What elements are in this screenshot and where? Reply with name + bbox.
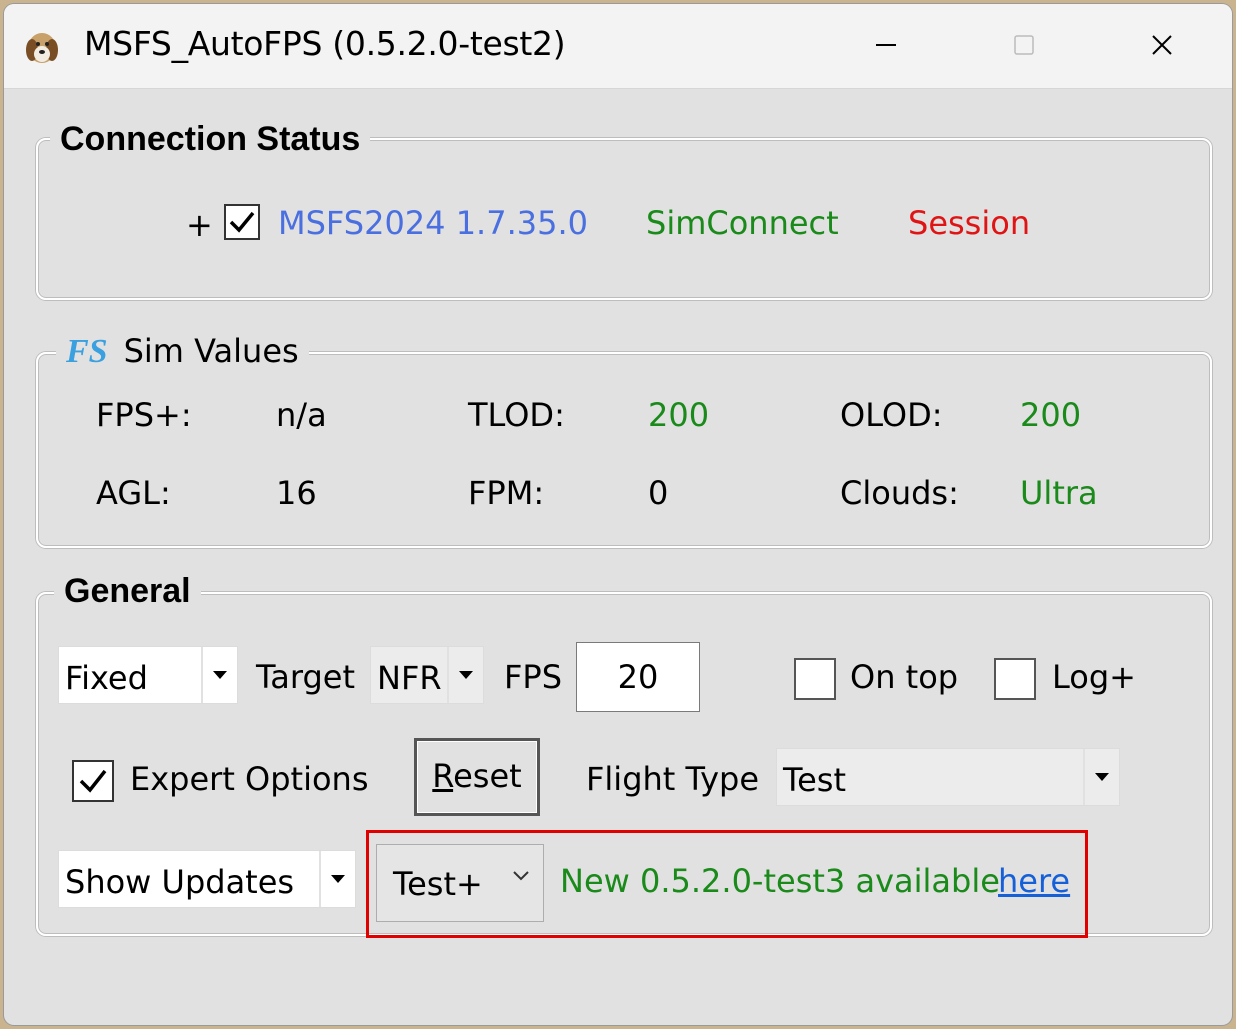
mode-select-value: Fixed [65,659,148,697]
maximize-icon [1014,35,1034,55]
sim-values-title-wrap: FS Sim Values [56,332,309,378]
fpm-value: 0 [648,474,669,512]
minimize-icon [876,44,896,46]
close-icon [1152,35,1172,55]
tlod-value: 200 [648,396,710,434]
title-bar[interactable]: MSFS_AutoFPS (0.5.2.0-test2) [4,4,1232,89]
sim-values-title: Sim Values [123,332,299,370]
log-checkbox[interactable] [994,658,1036,700]
app-window: MSFS_AutoFPS (0.5.2.0-test2) Connection … [4,4,1232,1025]
general-title: General [54,572,201,611]
expert-options-label: Expert Options [130,760,369,798]
dropdown-arrow-icon [1083,749,1119,805]
reset-button[interactable]: Reset [414,738,540,816]
dropdown-arrow-icon [447,647,483,703]
app-dog-icon [26,33,58,63]
show-updates-select-value: Show Updates [65,863,295,901]
connection-status-title: Connection Status [50,120,371,159]
expert-options-checkbox[interactable] [72,760,114,802]
dropdown-arrow-icon [319,851,355,907]
flight-type-select[interactable]: Test [776,748,1120,806]
log-label: Log+ [1052,658,1136,696]
reset-button-label: eset [453,757,522,795]
fs-logo-icon: FS [66,333,108,370]
on-top-checkbox[interactable] [794,658,836,700]
fps-value: n/a [276,396,327,434]
clouds-label: Clouds: [840,474,959,512]
checkmark-icon [229,211,255,233]
connection-prefix: + [186,206,213,244]
olod-label: OLOD: [840,396,943,434]
target-label: Target [256,658,355,696]
checkmark-icon [79,769,107,793]
sim-version-label: MSFS2024 1.7.35.0 [278,204,588,242]
show-updates-select[interactable]: Show Updates [58,850,356,908]
reset-accel-key: R [432,757,454,795]
sim-values-group [36,352,1212,548]
fps-unit-label: FPS [504,658,563,696]
sim-connected-checkbox[interactable] [224,204,260,240]
session-status: Session [908,204,1031,242]
mode-select[interactable]: Fixed [58,646,238,704]
on-top-label: On top [850,658,959,696]
flight-type-label: Flight Type [586,760,759,798]
fpm-label: FPM: [468,474,545,512]
target-select[interactable]: NFR [370,646,484,704]
minimize-button[interactable] [856,22,916,68]
close-button[interactable] [1132,22,1192,68]
maximize-button[interactable] [994,22,1054,68]
flight-type-select-value: Test [783,761,847,799]
fps-target-input[interactable]: 20 [576,642,700,712]
fps-label: FPS+: [96,396,192,434]
target-select-value: NFR [377,659,442,697]
tlod-label: TLOD: [468,396,565,434]
agl-label: AGL: [96,474,171,512]
dropdown-arrow-icon [201,647,237,703]
agl-value: 16 [276,474,317,512]
window-title: MSFS_AutoFPS (0.5.2.0-test2) [84,24,566,63]
simconnect-status: SimConnect [646,204,839,242]
update-highlight-box [366,830,1088,938]
clouds-value: Ultra [1020,474,1098,512]
olod-value: 200 [1020,396,1082,434]
